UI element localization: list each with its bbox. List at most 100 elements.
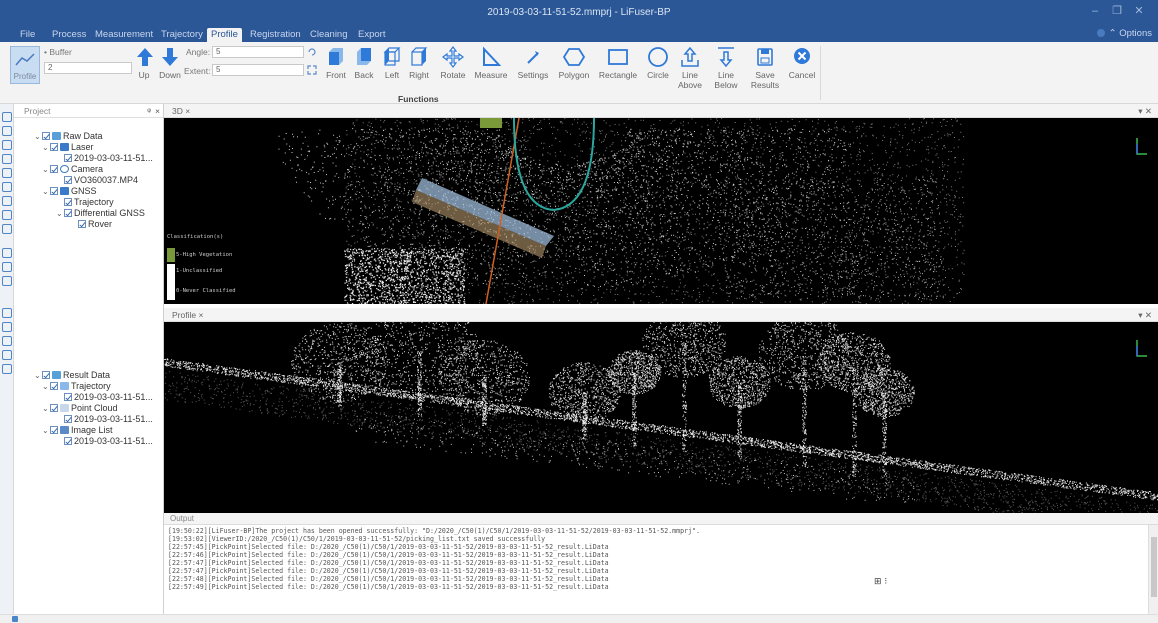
tree-laser[interactable]: ⌄ Laser [42, 142, 94, 153]
close-icon[interactable]: ✕ [1132, 4, 1146, 18]
profile-tab[interactable]: Profile × [172, 308, 203, 322]
menu-trajectory[interactable]: Trajectory [157, 28, 207, 42]
tree-point-cloud[interactable]: ⌄ Point Cloud [42, 403, 118, 414]
expand-extent-icon[interactable] [307, 65, 317, 75]
checkbox[interactable] [50, 426, 58, 434]
tree-laser-file[interactable]: 2019-03-03-11-51... [64, 153, 153, 164]
tool-icon-15[interactable] [2, 336, 12, 346]
checkbox[interactable] [50, 187, 58, 195]
tree-rover[interactable]: Rover [78, 219, 112, 230]
checkbox[interactable] [64, 198, 72, 206]
checkbox[interactable] [64, 415, 72, 423]
view3d-viewport[interactable]: Classification(s) 5-High Vegetation 1-Un… [164, 118, 1158, 304]
view3d-tab[interactable]: 3D × [172, 104, 190, 118]
right-view-button[interactable]: Right [406, 46, 432, 92]
tree-image-list[interactable]: ⌄ Image List [42, 425, 113, 436]
tree-result-data[interactable]: ⌄ Result Data [34, 370, 110, 381]
left-view-button[interactable]: Left [380, 46, 404, 92]
checkbox[interactable] [64, 209, 72, 217]
menu-measurement[interactable]: Measurement [91, 28, 157, 42]
rotate-button[interactable]: Rotate [438, 46, 468, 92]
menu-export[interactable]: Export [354, 28, 389, 42]
tree-trajectory[interactable]: Trajectory [64, 197, 114, 208]
tool-icon-5[interactable] [2, 168, 12, 178]
profile-viewport[interactable] [164, 322, 1158, 513]
chevron-down-icon[interactable]: ⌄ [42, 164, 50, 175]
chevron-down-icon[interactable]: ⌄ [56, 208, 64, 219]
tool-icon-10[interactable] [2, 248, 12, 258]
extent-input[interactable]: 5 [212, 64, 304, 76]
restore-icon[interactable]: ❐ [1110, 4, 1124, 18]
up-button[interactable]: Up [134, 46, 154, 92]
profile-controls-icon[interactable]: ▾ ✕ [1138, 308, 1152, 322]
checkbox[interactable] [64, 176, 72, 184]
chevron-down-icon[interactable]: ⌄ [42, 381, 50, 392]
tree-gnss[interactable]: ⌄ GNSS [42, 186, 97, 197]
tree-res-trajectory[interactable]: ⌄ Trajectory [42, 381, 111, 392]
buffer-input[interactable]: 2 [44, 62, 132, 74]
tool-icon-13[interactable] [2, 308, 12, 318]
tool-icon-8[interactable] [2, 210, 12, 220]
close-panel-icon[interactable]: × [155, 104, 160, 118]
down-button[interactable]: Down [156, 46, 184, 92]
tree-res-traj-file[interactable]: 2019-03-03-11-51... [64, 392, 153, 403]
tool-icon-12[interactable] [2, 276, 12, 286]
chevron-down-icon[interactable]: ⌄ [34, 370, 42, 381]
checkbox[interactable] [50, 404, 58, 412]
chevron-down-icon[interactable]: ⌄ [42, 186, 50, 197]
settings-button[interactable]: Settings [514, 46, 552, 92]
tool-icon-7[interactable] [2, 196, 12, 206]
measure-button[interactable]: Measure [472, 46, 510, 92]
menu-cleaning[interactable]: Cleaning [306, 28, 352, 42]
cancel-button[interactable]: Cancel [786, 46, 818, 92]
tree-camera[interactable]: ⌄ Camera [42, 164, 103, 175]
view-controls-icon[interactable]: ▾ ✕ [1138, 104, 1152, 118]
tool-icon-11[interactable] [2, 262, 12, 272]
menu-process[interactable]: Process [48, 28, 90, 42]
tool-icon-6[interactable] [2, 182, 12, 192]
polygon-button[interactable]: Polygon [556, 46, 592, 92]
chevron-down-icon[interactable]: ⌄ [42, 425, 50, 436]
line-above-button[interactable]: Line Above [676, 46, 704, 92]
chevron-down-icon[interactable]: ⌄ [42, 142, 50, 153]
options-menu[interactable]: ⌃ Options [1096, 28, 1152, 39]
tree-pc-file[interactable]: 2019-03-03-11-51... [64, 414, 153, 425]
checkbox[interactable] [64, 154, 72, 162]
checkbox[interactable] [50, 165, 58, 173]
chevron-down-icon[interactable]: ⌄ [42, 403, 50, 414]
rotate-angle-icon[interactable] [307, 47, 317, 57]
tree-raw-data[interactable]: ⌄ Raw Data [34, 131, 103, 142]
menu-registration[interactable]: Registration [246, 28, 305, 42]
tree-camera-file[interactable]: VO360037.MP4 [64, 175, 138, 186]
checkbox[interactable] [42, 132, 50, 140]
checkbox[interactable] [50, 143, 58, 151]
tool-icon-4[interactable] [2, 154, 12, 164]
profile-tool-button[interactable]: Profile [10, 46, 40, 84]
checkbox[interactable] [64, 393, 72, 401]
tool-icon-17[interactable] [2, 364, 12, 374]
ime-indicator-icon[interactable]: ⊞ ⁝ [874, 577, 887, 587]
front-view-button[interactable]: Front [324, 46, 348, 92]
checkbox[interactable] [78, 220, 86, 228]
line-below-button[interactable]: Line Below [712, 46, 740, 92]
tool-icon-1[interactable] [2, 112, 12, 122]
chevron-down-icon[interactable]: ⌄ [34, 131, 42, 142]
back-view-button[interactable]: Back [352, 46, 376, 92]
minimize-icon[interactable]: – [1088, 4, 1102, 18]
checkbox[interactable] [50, 382, 58, 390]
tool-icon-16[interactable] [2, 350, 12, 360]
scroll-thumb[interactable] [1151, 537, 1157, 597]
rectangle-button[interactable]: Rectangle [596, 46, 640, 92]
pin-icon[interactable]: ᵠ [147, 104, 151, 118]
checkbox[interactable] [64, 437, 72, 445]
tree-il-file[interactable]: 2019-03-03-11-51... [64, 436, 153, 447]
tool-icon-2[interactable] [2, 126, 12, 136]
checkbox[interactable] [42, 371, 50, 379]
tree-diff-gnss[interactable]: ⌄ Differential GNSS [56, 208, 145, 219]
angle-input[interactable]: 5 [212, 46, 304, 58]
circle-button[interactable]: Circle [644, 46, 672, 92]
output-scrollbar[interactable] [1148, 525, 1158, 615]
menu-file[interactable]: File [16, 28, 39, 42]
tool-icon-3[interactable] [2, 140, 12, 150]
menu-profile[interactable]: Profile [207, 28, 242, 42]
